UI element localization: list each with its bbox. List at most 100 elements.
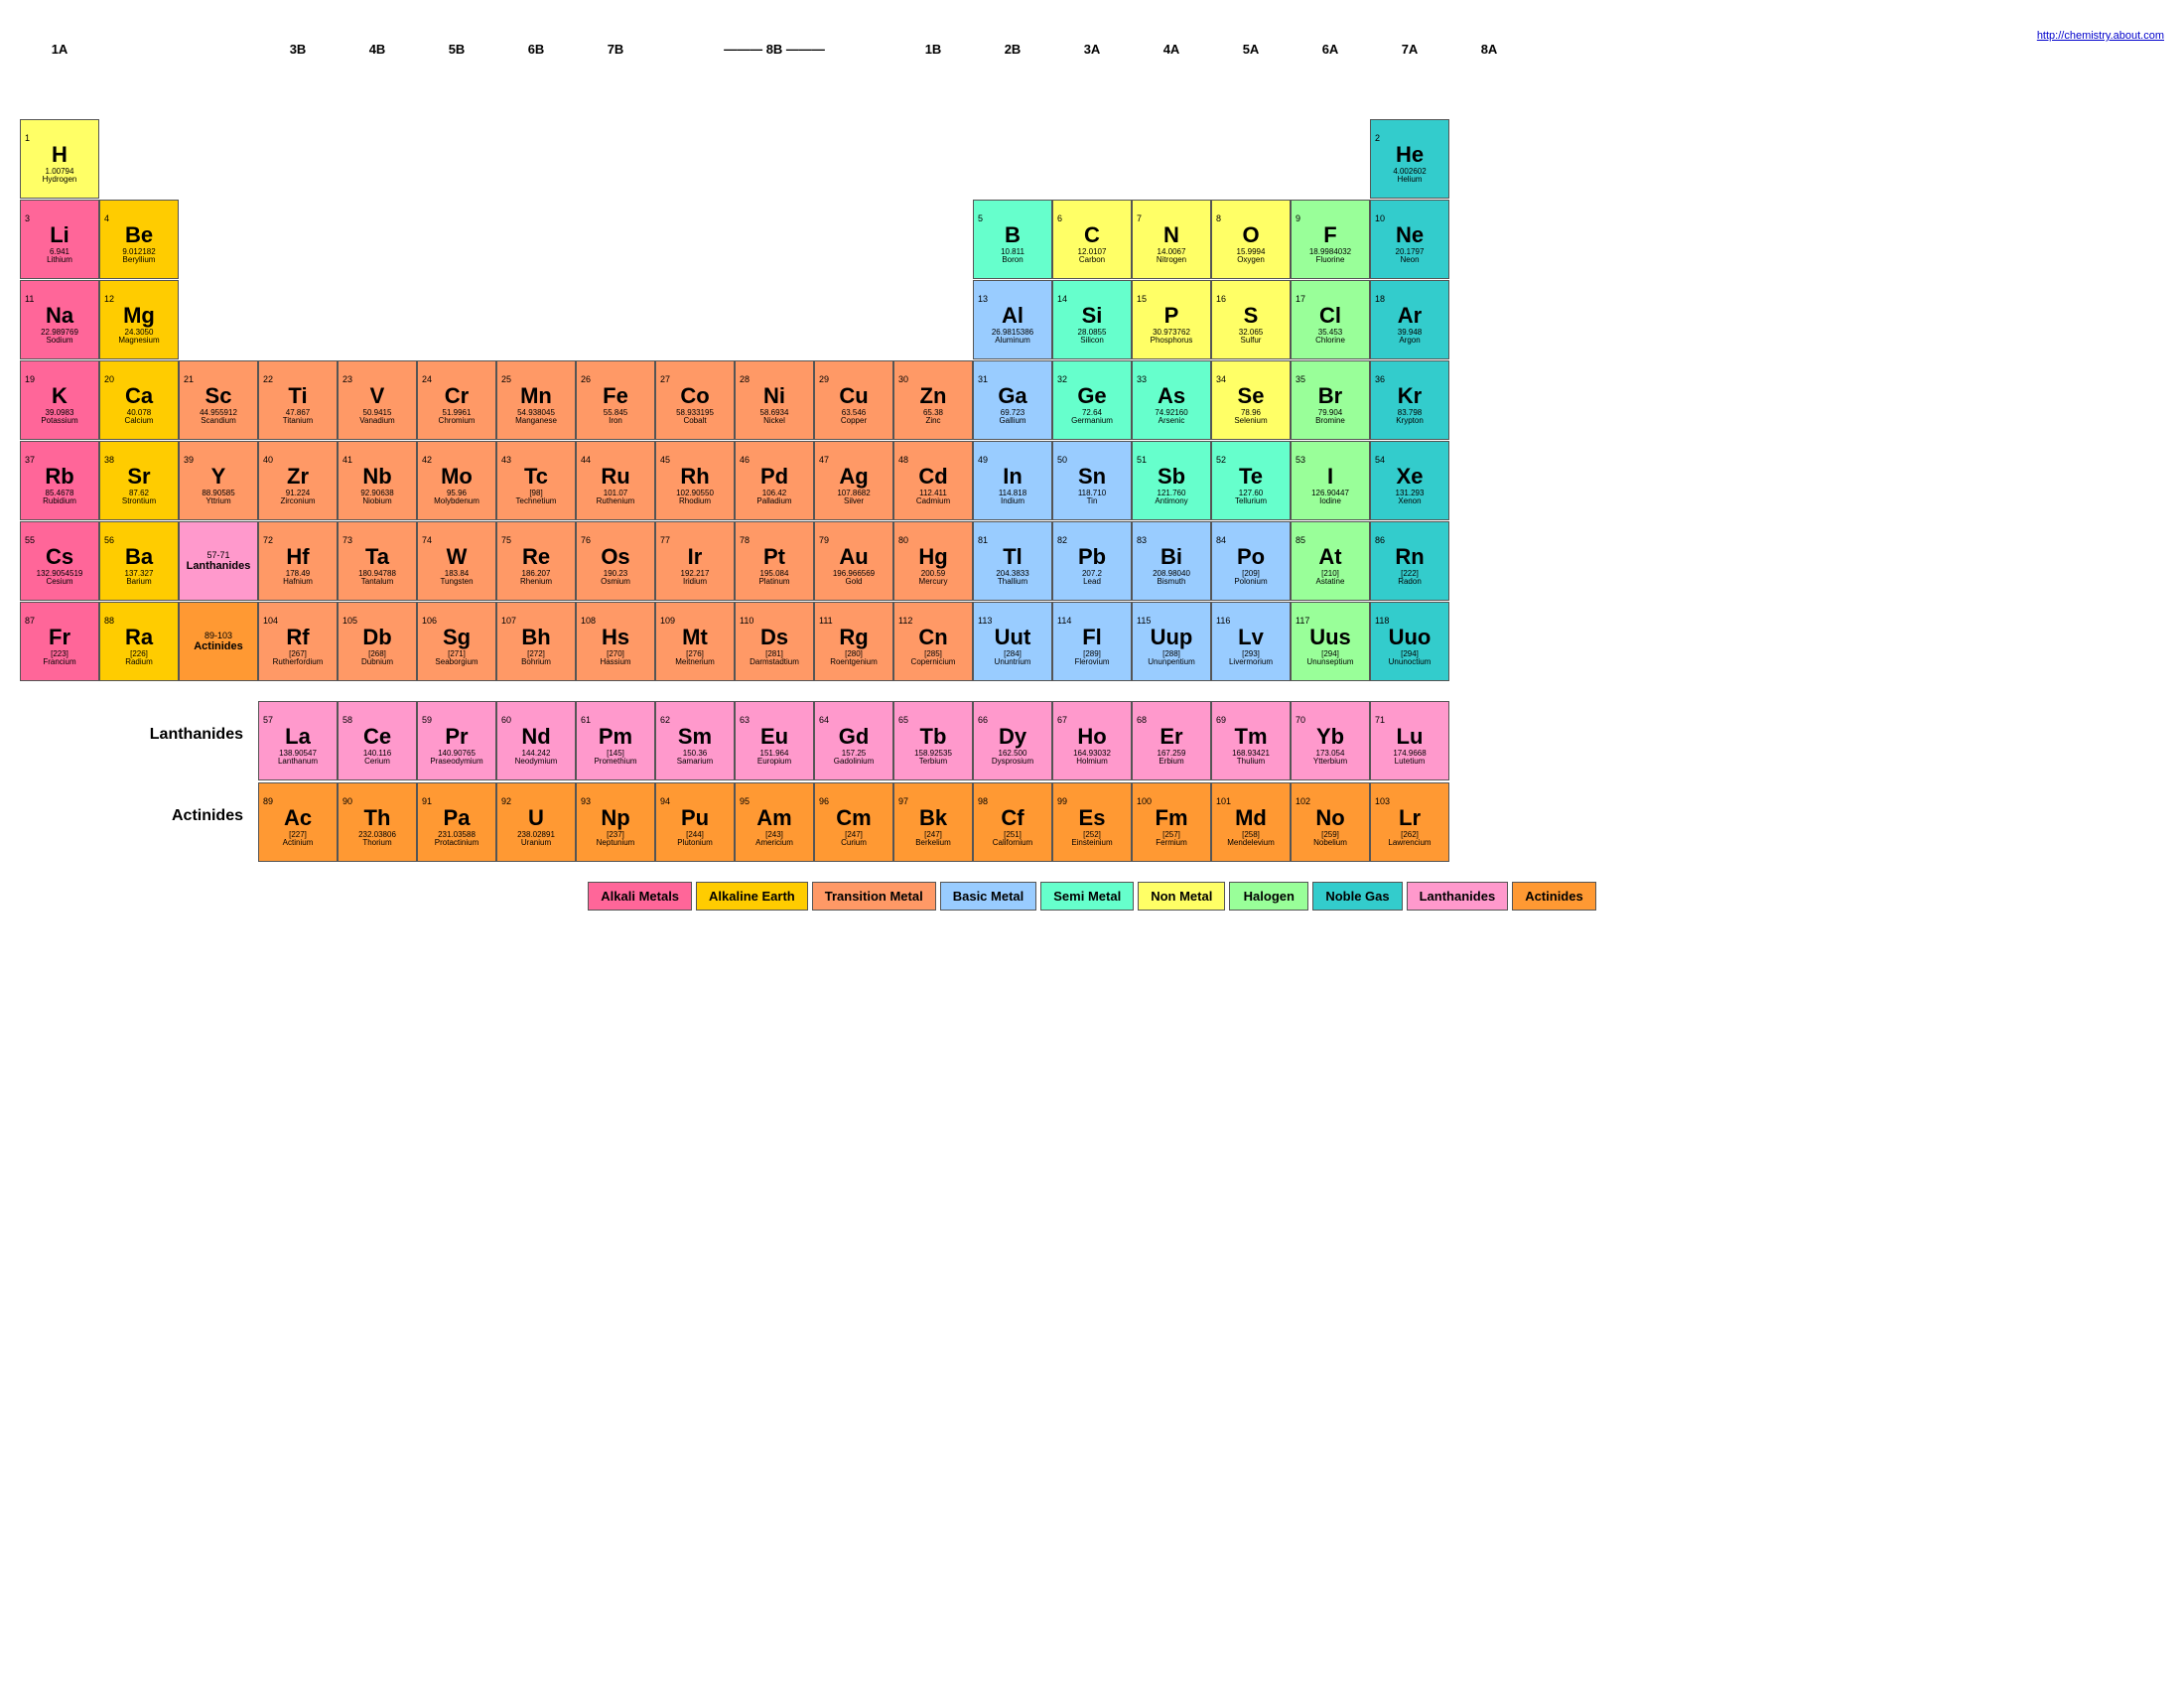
- element-v[interactable]: 23V50.9415Vanadium: [338, 360, 417, 440]
- element-u[interactable]: 92U238.02891Uranium: [496, 782, 576, 862]
- element-te[interactable]: 52Te127.60Tellurium: [1211, 441, 1291, 520]
- element-fe[interactable]: 26Fe55.845Iron: [576, 360, 655, 440]
- element-sb[interactable]: 51Sb121.760Antimony: [1132, 441, 1211, 520]
- element-at[interactable]: 85At[210]Astatine: [1291, 521, 1370, 601]
- element-y[interactable]: 39Y88.90585Yttrium: [179, 441, 258, 520]
- element-bh[interactable]: 107Bh[272]Bohrium: [496, 602, 576, 681]
- element-he[interactable]: 2He4.002602Helium: [1370, 119, 1449, 199]
- element-c[interactable]: 6C12.0107Carbon: [1052, 200, 1132, 279]
- element-li[interactable]: 3Li6.941Lithium: [20, 200, 99, 279]
- element-fl[interactable]: 114Fl[289]Flerovium: [1052, 602, 1132, 681]
- element-kr[interactable]: 36Kr83.798Krypton: [1370, 360, 1449, 440]
- element-rh[interactable]: 45Rh102.90550Rhodium: [655, 441, 735, 520]
- element-be[interactable]: 4Be9.012182Beryllium: [99, 200, 179, 279]
- element-hf[interactable]: 72Hf178.49Hafnium: [258, 521, 338, 601]
- element-ne[interactable]: 10Ne20.1797Neon: [1370, 200, 1449, 279]
- element-md[interactable]: 101Md[258]Mendelevium: [1211, 782, 1291, 862]
- element-p[interactable]: 15P30.973762Phosphorus: [1132, 280, 1211, 359]
- element-pr[interactable]: 59Pr140.90765Praseodymium: [417, 701, 496, 780]
- element-tl[interactable]: 81Tl204.3833Thallium: [973, 521, 1052, 601]
- element-os[interactable]: 76Os190.23Osmium: [576, 521, 655, 601]
- element-cr[interactable]: 24Cr51.9961Chromium: [417, 360, 496, 440]
- element-eu[interactable]: 63Eu151.964Europium: [735, 701, 814, 780]
- element-i[interactable]: 53I126.90447Iodine: [1291, 441, 1370, 520]
- element-db[interactable]: 105Db[268]Dubnium: [338, 602, 417, 681]
- element-mt[interactable]: 109Mt[276]Meitnerium: [655, 602, 735, 681]
- element-as[interactable]: 33As74.92160Arsenic: [1132, 360, 1211, 440]
- element-bk[interactable]: 97Bk[247]Berkelium: [893, 782, 973, 862]
- element-fr[interactable]: 87Fr[223]Francium: [20, 602, 99, 681]
- element-hg[interactable]: 80Hg200.59Mercury: [893, 521, 973, 601]
- element-fm[interactable]: 100Fm[257]Fermium: [1132, 782, 1211, 862]
- element-ru[interactable]: 44Ru101.07Ruthenium: [576, 441, 655, 520]
- element-rn[interactable]: 86Rn[222]Radon: [1370, 521, 1449, 601]
- element-na[interactable]: 11Na22.989769Sodium: [20, 280, 99, 359]
- element-ni[interactable]: 28Ni58.6934Nickel: [735, 360, 814, 440]
- element-sg[interactable]: 106Sg[271]Seaborgium: [417, 602, 496, 681]
- element-ra[interactable]: 88Ra[226]Radium: [99, 602, 179, 681]
- element-zr[interactable]: 40Zr91.224Zirconium: [258, 441, 338, 520]
- element-uup[interactable]: 115Uup[288]Ununpentium: [1132, 602, 1211, 681]
- element-ir[interactable]: 77Ir192.217Iridium: [655, 521, 735, 601]
- element-mn[interactable]: 25Mn54.938045Manganese: [496, 360, 576, 440]
- element-mg[interactable]: 12Mg24.3050Magnesium: [99, 280, 179, 359]
- element-cm[interactable]: 96Cm[247]Curium: [814, 782, 893, 862]
- element-ac[interactable]: 89Ac[227]Actinium: [258, 782, 338, 862]
- element-ce[interactable]: 58Ce140.116Cerium: [338, 701, 417, 780]
- element-in[interactable]: 49In114.818Indium: [973, 441, 1052, 520]
- element-f[interactable]: 9F18.9984032Fluorine: [1291, 200, 1370, 279]
- element-pt[interactable]: 78Pt195.084Platinum: [735, 521, 814, 601]
- element-ti[interactable]: 22Ti47.867Titanium: [258, 360, 338, 440]
- element-po[interactable]: 84Po[209]Polonium: [1211, 521, 1291, 601]
- element-o[interactable]: 8O15.9994Oxygen: [1211, 200, 1291, 279]
- element-cf[interactable]: 98Cf[251]Californium: [973, 782, 1052, 862]
- element-ta[interactable]: 73Ta180.94788Tantalum: [338, 521, 417, 601]
- credit-link[interactable]: http://chemistry.about.com: [2037, 30, 2164, 42]
- element-rb[interactable]: 37Rb85.4678Rubidium: [20, 441, 99, 520]
- element-hs[interactable]: 108Hs[270]Hassium: [576, 602, 655, 681]
- element-ho[interactable]: 67Ho164.93032Holmium: [1052, 701, 1132, 780]
- element-sr[interactable]: 38Sr87.62Strontium: [99, 441, 179, 520]
- element-es[interactable]: 99Es[252]Einsteinium: [1052, 782, 1132, 862]
- element-er[interactable]: 68Er167.259Erbium: [1132, 701, 1211, 780]
- element-yb[interactable]: 70Yb173.054Ytterbium: [1291, 701, 1370, 780]
- element-mo[interactable]: 42Mo95.96Molybdenum: [417, 441, 496, 520]
- element-sm[interactable]: 62Sm150.36Samarium: [655, 701, 735, 780]
- element-n[interactable]: 7N14.0067Nitrogen: [1132, 200, 1211, 279]
- element-re[interactable]: 75Re186.207Rhenium: [496, 521, 576, 601]
- element-tm[interactable]: 69Tm168.93421Thulium: [1211, 701, 1291, 780]
- element-tc[interactable]: 43Tc[98]Technetium: [496, 441, 576, 520]
- element-cu[interactable]: 29Cu63.546Copper: [814, 360, 893, 440]
- element-uuo[interactable]: 118Uuo[294]Ununoctium: [1370, 602, 1449, 681]
- element-pd[interactable]: 46Pd106.42Palladium: [735, 441, 814, 520]
- element-pb[interactable]: 82Pb207.2Lead: [1052, 521, 1132, 601]
- element-pu[interactable]: 94Pu[244]Plutonium: [655, 782, 735, 862]
- element-dy[interactable]: 66Dy162.500Dysprosium: [973, 701, 1052, 780]
- element-lr[interactable]: 103Lr[262]Lawrencium: [1370, 782, 1449, 862]
- element-ga[interactable]: 31Ga69.723Gallium: [973, 360, 1052, 440]
- element-rf[interactable]: 104Rf[267]Rutherfordium: [258, 602, 338, 681]
- element-ge[interactable]: 32Ge72.64Germanium: [1052, 360, 1132, 440]
- element-k[interactable]: 19K39.0983Potassium: [20, 360, 99, 440]
- element-ba[interactable]: 56Ba137.327Barium: [99, 521, 179, 601]
- element-al[interactable]: 13Al26.9815386Aluminum: [973, 280, 1052, 359]
- element-ca[interactable]: 20Ca40.078Calcium: [99, 360, 179, 440]
- element-cd[interactable]: 48Cd112.411Cadmium: [893, 441, 973, 520]
- element-co[interactable]: 27Co58.933195Cobalt: [655, 360, 735, 440]
- element-np[interactable]: 93Np[237]Neptunium: [576, 782, 655, 862]
- element-se[interactable]: 34Se78.96Selenium: [1211, 360, 1291, 440]
- element-si[interactable]: 14Si28.0855Silicon: [1052, 280, 1132, 359]
- element-gd[interactable]: 64Gd157.25Gadolinium: [814, 701, 893, 780]
- element-b[interactable]: 5B10.811Boron: [973, 200, 1052, 279]
- element-lv[interactable]: 116Lv[293]Livermorium: [1211, 602, 1291, 681]
- element-s[interactable]: 16S32.065Sulfur: [1211, 280, 1291, 359]
- element-am[interactable]: 95Am[243]Americium: [735, 782, 814, 862]
- element-lu[interactable]: 71Lu174.9668Lutetium: [1370, 701, 1449, 780]
- element-zn[interactable]: 30Zn65.38Zinc: [893, 360, 973, 440]
- element-pa[interactable]: 91Pa231.03588Protactinium: [417, 782, 496, 862]
- element-pm[interactable]: 61Pm[145]Promethium: [576, 701, 655, 780]
- element-h[interactable]: 1H1.00794Hydrogen: [20, 119, 99, 199]
- element-ds[interactable]: 110Ds[281]Darmstadtium: [735, 602, 814, 681]
- element-bi[interactable]: 83Bi208.98040Bismuth: [1132, 521, 1211, 601]
- element-uut[interactable]: 113Uut[284]Ununtrium: [973, 602, 1052, 681]
